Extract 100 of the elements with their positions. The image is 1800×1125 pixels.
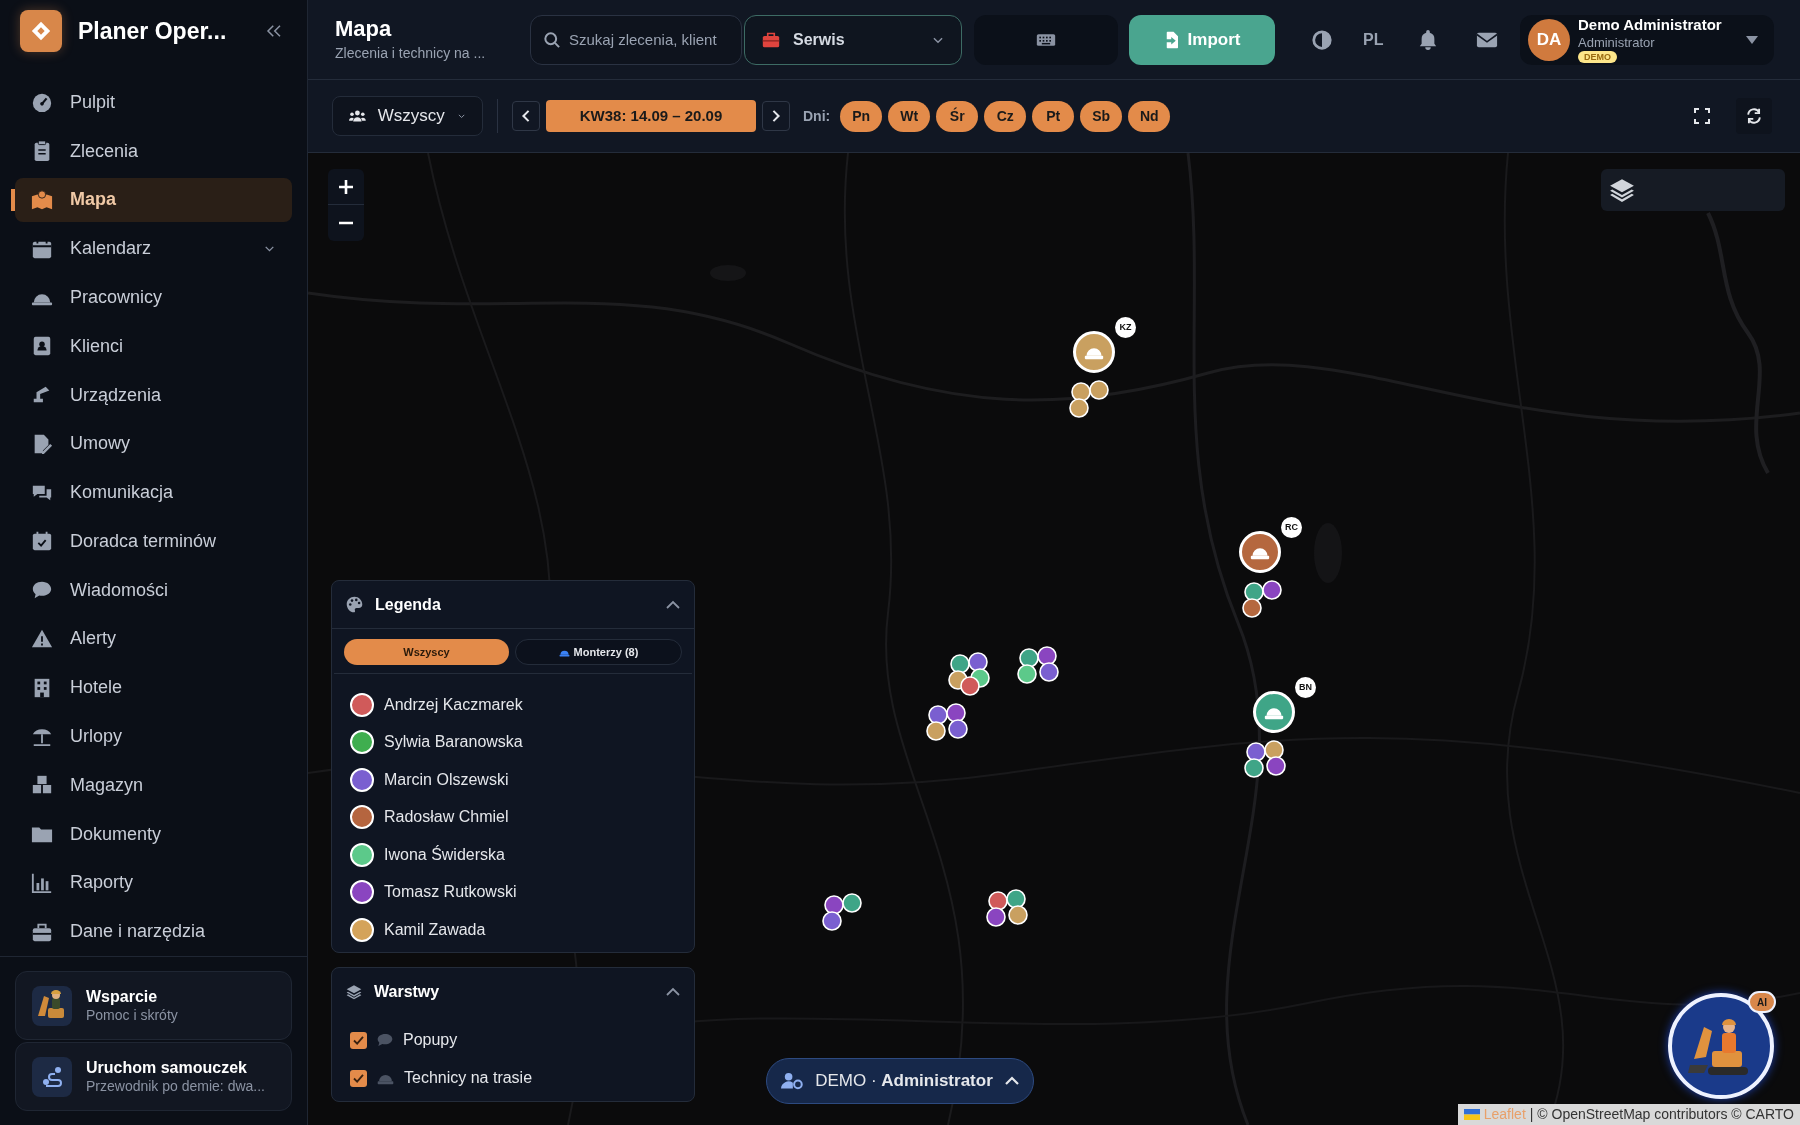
gauge-icon — [31, 91, 53, 114]
caret-icon — [1746, 35, 1758, 44]
user-gear-icon — [781, 1072, 804, 1090]
card-subtitle: Pomoc i skróty — [86, 1006, 178, 1025]
checkbox[interactable] — [350, 1069, 367, 1087]
nav-item[interactable]: Raporty — [15, 860, 292, 905]
checkbox[interactable] — [350, 1031, 367, 1049]
nav-item[interactable]: Wiadomości — [15, 568, 292, 613]
legend-tab[interactable]: Monterzy (8) — [515, 639, 682, 665]
day-toggle[interactable]: Pt — [1032, 100, 1075, 132]
layer-label: Technicy na trasie — [404, 1068, 533, 1088]
users-icon — [349, 108, 366, 124]
refresh-button[interactable] — [1736, 98, 1772, 134]
nav-item[interactable]: Zlecenia — [15, 129, 292, 174]
nav-item[interactable]: Urlopy — [15, 714, 292, 759]
keyboard-icon — [1036, 31, 1056, 48]
notifications-button[interactable] — [1418, 28, 1439, 51]
contact-card-icon — [31, 335, 53, 358]
chevron-up-icon — [666, 599, 680, 610]
collapse-layers-button[interactable] — [666, 987, 680, 997]
previous-week-button[interactable] — [512, 101, 540, 131]
layers-icon — [346, 984, 362, 1000]
palette-icon — [346, 596, 363, 613]
attribution-text: | © OpenStreetMap contributors © CARTO — [1529, 1105, 1794, 1124]
toolbox-icon — [761, 30, 781, 49]
route-icon — [32, 1056, 72, 1097]
envelope-icon — [1476, 30, 1499, 49]
nav-item[interactable]: Pracownicy — [15, 275, 292, 320]
day-toggle[interactable]: Pn — [840, 100, 883, 132]
logo-icon — [20, 9, 62, 52]
plus-icon — [339, 179, 353, 194]
nav-item[interactable]: Hotele — [15, 665, 292, 710]
chevron-up-icon — [666, 987, 680, 997]
nav-item[interactable]: Klienci — [15, 324, 292, 369]
user-menu[interactable]: DA Demo Administrator Administrator DEMO — [1520, 14, 1774, 65]
search-field[interactable]: Szukaj zlecenia, klient — [530, 14, 742, 65]
nav-item[interactable]: Urządzenia — [15, 373, 292, 417]
user-role: Administrator — [1578, 34, 1655, 51]
mode-dropdown[interactable]: Serwis — [744, 14, 962, 65]
user-avatar: DA — [1528, 18, 1570, 61]
card-title: Uruchom samouczek — [86, 1057, 248, 1078]
nav-item[interactable]: Dane i narzędzia — [15, 909, 292, 954]
mascot-icon — [32, 985, 72, 1026]
contrast-icon — [1311, 28, 1333, 51]
technician-name: Kamil Zawada — [384, 919, 486, 940]
chevron-left-icon — [521, 110, 531, 122]
map-icon — [31, 188, 53, 211]
collapse-legend-button[interactable] — [666, 599, 680, 610]
technician-name: Iwona Świderska — [384, 844, 505, 865]
nav-item[interactable]: Alerty — [15, 616, 292, 661]
card-subtitle: Przewodnik po demie: dwa... — [86, 1077, 265, 1096]
chevron-up-icon — [1004, 1076, 1019, 1086]
language-button[interactable]: PL — [1363, 27, 1384, 52]
technician-name: Sylwia Baranowska — [384, 732, 523, 753]
next-week-button[interactable] — [762, 101, 790, 131]
day-toggle[interactable]: Wt — [888, 100, 931, 132]
fullscreen-icon — [1694, 108, 1710, 124]
keyboard-shortcuts-button[interactable] — [974, 14, 1118, 65]
demo-role-label: DEMO · Administrator — [815, 1070, 993, 1093]
user-name: Demo Administrator — [1578, 16, 1722, 35]
checkmark-icon — [353, 1073, 364, 1083]
demo-role-pill[interactable]: DEMO · Administrator — [766, 1058, 1034, 1104]
support-card[interactable]: Wsparcie Pomoc i skróty — [15, 971, 292, 1040]
days-label: Dni: — [803, 106, 831, 126]
technician-filter-dropdown[interactable]: Wszyscy — [332, 96, 483, 136]
flag-icon — [1463, 1109, 1480, 1120]
calendar-check-icon — [31, 530, 53, 553]
tutorial-card[interactable]: Uruchom samouczek Przewodnik po demie: dwa... — [15, 1042, 292, 1111]
nav-item[interactable]: Pulpit — [15, 80, 292, 125]
nav-item[interactable]: Umowy — [15, 421, 292, 466]
nav-item[interactable]: Magazyn — [15, 763, 292, 808]
page-subtitle: Zlecenia i technicy na ... — [335, 43, 487, 63]
nav-item[interactable]: Komunikacja — [15, 470, 292, 515]
bar-chart-icon — [31, 871, 53, 894]
technician-name: Andrzej Kaczmarek — [384, 694, 523, 715]
refresh-icon — [1745, 108, 1763, 124]
day-toggle[interactable]: Sb — [1080, 100, 1123, 132]
day-toggle[interactable]: Nd — [1128, 100, 1171, 132]
page-title: Mapa — [335, 15, 393, 43]
layers-button[interactable] — [1601, 169, 1785, 211]
week-range[interactable]: KW38: 14.09 – 20.09 — [546, 100, 756, 132]
search-icon — [542, 29, 562, 50]
messages-button[interactable] — [1476, 30, 1499, 49]
checkmark-icon — [353, 1035, 364, 1045]
nav-item[interactable]: Kalendarz — [15, 226, 292, 271]
layer-label: Popupy — [403, 1030, 458, 1050]
ai-badge: AI — [1748, 991, 1776, 1013]
technician-name: Tomasz Rutkowski — [384, 882, 517, 903]
day-toggle[interactable]: Śr — [936, 100, 979, 132]
chevron-right-icon — [771, 110, 781, 122]
day-toggle[interactable]: Cz — [984, 100, 1027, 132]
nav-item[interactable]: Doradca terminów — [15, 519, 292, 564]
card-title: Wsparcie — [86, 986, 159, 1007]
chat-bubble-icon — [377, 1033, 393, 1047]
nav-item[interactable]: Dokumenty — [15, 812, 292, 857]
technician-name: Radosław Chmiel — [384, 807, 509, 828]
demo-badge: DEMO — [1578, 51, 1617, 63]
legend-tab[interactable]: Wszyscy — [344, 639, 509, 665]
minus-icon — [339, 221, 353, 225]
layers-title: Warstwy — [374, 982, 440, 1002]
